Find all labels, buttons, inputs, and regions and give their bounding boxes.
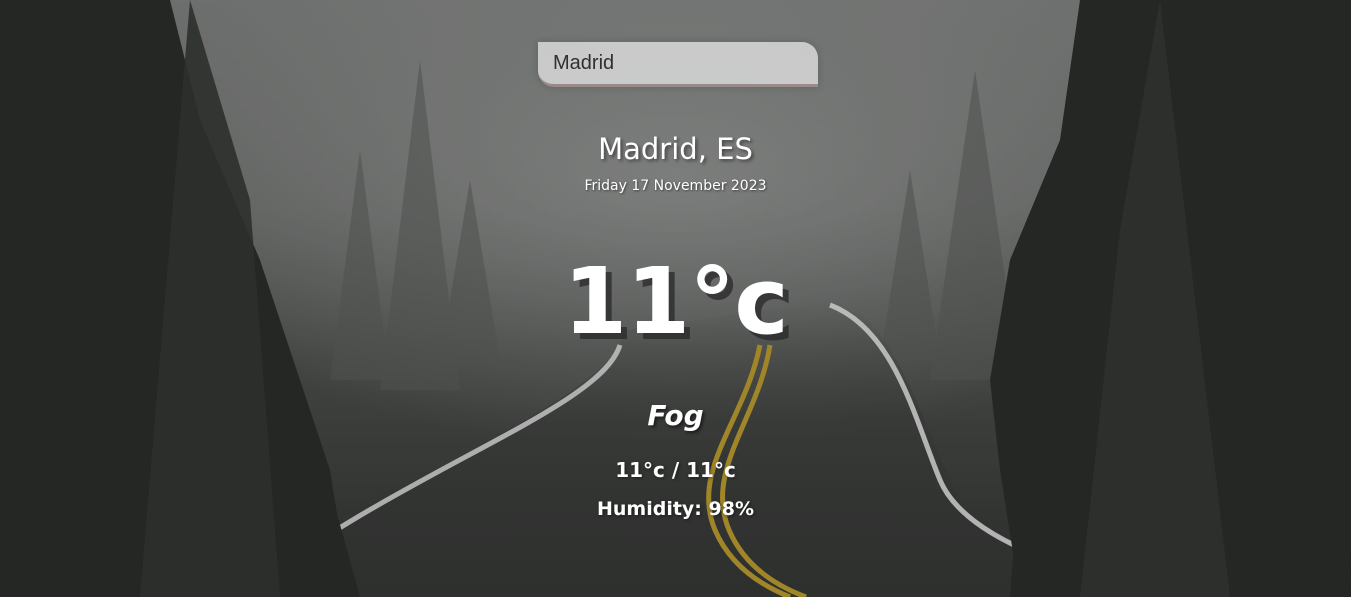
- city-search-input[interactable]: [538, 42, 818, 87]
- weather-app: Madrid, ES Friday 17 November 2023 11°c …: [0, 0, 1351, 597]
- current-temperature: 11°c: [563, 248, 789, 355]
- current-date: Friday 17 November 2023: [584, 178, 767, 194]
- location-title: Madrid, ES: [598, 132, 753, 166]
- temperature-range: 11°c / 11°c: [615, 458, 736, 482]
- weather-condition: Fog: [647, 399, 704, 432]
- humidity-reading: Humidity: 98%: [596, 498, 754, 520]
